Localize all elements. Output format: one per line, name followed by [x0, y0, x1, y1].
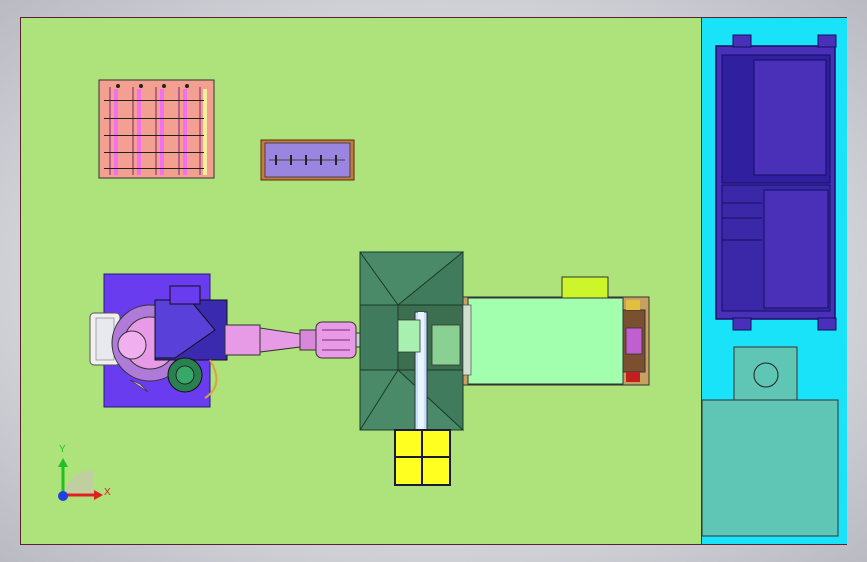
z-axis-dot — [58, 491, 68, 501]
coordinate-triad — [58, 458, 103, 501]
triad-y-label: Y — [59, 444, 66, 455]
parts-fixture-plate[interactable] — [98, 79, 215, 179]
machine-body[interactable] — [462, 276, 650, 386]
layout-drawing — [58, 34, 839, 537]
small-fixture-block[interactable] — [260, 139, 355, 181]
electrical-cabinet[interactable] — [715, 34, 837, 331]
control-box[interactable] — [733, 346, 798, 403]
teal-enclosure[interactable] — [701, 399, 839, 537]
triad-x-label: X — [104, 487, 111, 498]
yellow-tray[interactable] — [394, 429, 451, 486]
